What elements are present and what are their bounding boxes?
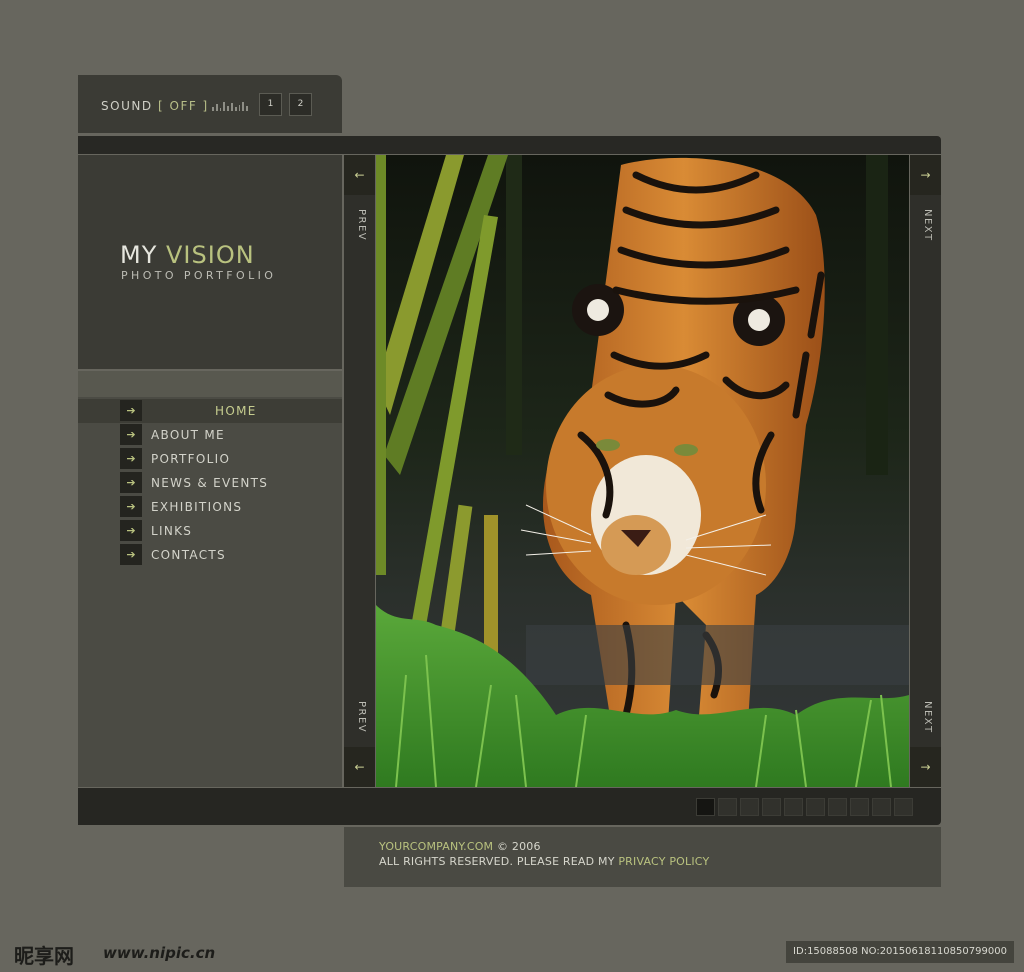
page-button-8[interactable]: [850, 798, 869, 816]
menu-item-portfolio[interactable]: ➔ PORTFOLIO: [78, 447, 342, 471]
page-button-5[interactable]: [784, 798, 803, 816]
track-1-button[interactable]: 1: [259, 93, 282, 116]
page-button-4[interactable]: [762, 798, 781, 816]
menu-item-label: ABOUT ME: [151, 428, 225, 442]
menu-item-exhibitions[interactable]: ➔ EXHIBITIONS: [78, 495, 342, 519]
bottom-bar: [78, 788, 941, 825]
arrow-right-icon: ➔: [120, 544, 142, 565]
page-button-3[interactable]: [740, 798, 759, 816]
menu-item-links[interactable]: ➔ LINKS: [78, 519, 342, 543]
logo-word-vision: VISION: [166, 241, 255, 269]
arrow-right-icon: ➔: [120, 472, 142, 493]
logo-word-my: MY: [120, 241, 158, 269]
arrow-right-icon: ➔: [120, 400, 142, 421]
menu-item-label: PORTFOLIO: [151, 452, 231, 466]
next-label-bottom[interactable]: NEXT: [919, 701, 933, 734]
sound-label: SOUND: [101, 99, 153, 113]
tiger-photo: [376, 155, 909, 787]
top-bar: [78, 136, 941, 154]
menu-item-label: LINKS: [151, 524, 193, 538]
sound-toggle[interactable]: [ OFF ]: [158, 99, 209, 113]
prev-arrow-icon[interactable]: ←: [344, 155, 375, 195]
arrow-right-icon: ➔: [120, 448, 142, 469]
menu-item-label: NEWS & EVENTS: [151, 476, 269, 490]
menu-item-contacts[interactable]: ➔ CONTACTS: [78, 543, 342, 567]
next-arrow-icon[interactable]: →: [910, 155, 941, 195]
sound-panel: SOUND [ OFF ] 1 2: [78, 75, 342, 133]
arrow-right-icon: ➔: [120, 424, 142, 445]
menu-item-news-events[interactable]: ➔ NEWS & EVENTS: [78, 471, 342, 495]
footer-rights-line: ALL RIGHTS RESERVED. PLEASE READ MY PRIV…: [379, 855, 709, 868]
company-link[interactable]: YOURCOMPANY.COM: [379, 840, 493, 853]
page-button-1[interactable]: [696, 798, 715, 816]
next-label-top[interactable]: NEXT: [919, 209, 933, 242]
watermark-id: ID:15088508 NO:20150618110850799000: [786, 941, 1014, 963]
footer: YOURCOMPANY.COM © 2006 ALL RIGHTS RESERV…: [344, 827, 941, 887]
page-button-6[interactable]: [806, 798, 825, 816]
menu-item-home[interactable]: ➔ HOME: [78, 399, 342, 423]
logo-subtitle: PHOTO PORTFOLIO: [121, 269, 277, 282]
menu-item-label: HOME: [215, 404, 257, 418]
arrow-right-icon: ➔: [120, 520, 142, 541]
menu-header: [78, 371, 342, 397]
next-arrow-icon[interactable]: →: [910, 747, 941, 787]
watermark-url: www.nipic.cn: [103, 944, 216, 962]
track-2-button[interactable]: 2: [289, 93, 312, 116]
gallery-pager: [696, 798, 913, 816]
logo-panel: MY VISION PHOTO PORTFOLIO: [78, 155, 342, 369]
menu-item-label: EXHIBITIONS: [151, 500, 243, 514]
menu-item-about-me[interactable]: ➔ ABOUT ME: [78, 423, 342, 447]
page-button-2[interactable]: [718, 798, 737, 816]
prev-arrow-icon[interactable]: ←: [344, 747, 375, 787]
menu-item-label: CONTACTS: [151, 548, 226, 562]
equalizer-icon: [212, 101, 248, 111]
prev-label-top[interactable]: PREV: [353, 209, 367, 241]
arrow-right-icon: ➔: [120, 496, 142, 517]
prev-label-bottom[interactable]: PREV: [353, 701, 367, 733]
copyright-year: © 2006: [496, 840, 541, 853]
watermark-logo: 昵享网: [14, 944, 74, 968]
main-menu: ➔ HOME ➔ ABOUT ME ➔ PORTFOLIO ➔ NEWS & E…: [78, 371, 342, 787]
footer-copyright-line: YOURCOMPANY.COM © 2006: [379, 840, 541, 853]
gallery-photo: [376, 155, 909, 787]
page-button-7[interactable]: [828, 798, 847, 816]
prev-rail: ← PREV PREV ←: [344, 155, 375, 787]
next-rail: → NEXT NEXT →: [910, 155, 941, 787]
rights-text: ALL RIGHTS RESERVED. PLEASE READ MY: [379, 855, 615, 868]
page-button-10[interactable]: [894, 798, 913, 816]
page-button-9[interactable]: [872, 798, 891, 816]
privacy-policy-link[interactable]: PRIVACY POLICY: [618, 855, 709, 868]
site-logo[interactable]: MY VISION: [120, 241, 255, 269]
